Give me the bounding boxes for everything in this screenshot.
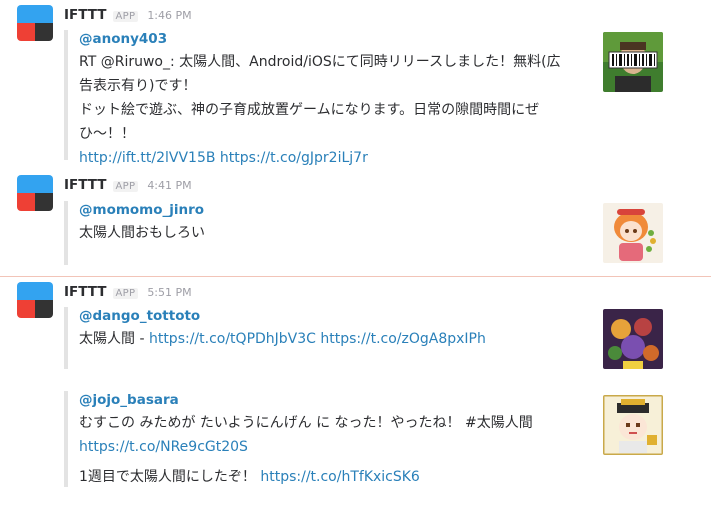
timestamp[interactable]: 1:46 PM	[147, 9, 191, 22]
tweet-author-link[interactable]: @dango_tottoto	[79, 307, 664, 325]
tweet-attachment: @dango_tottoto 太陽人間 - https://t.co/tQPDh…	[64, 307, 664, 369]
tweet-attachment: @jojo_basara むすこの みためが たいようにんげん に なった！やっ…	[64, 391, 664, 487]
tweet-attachment: @anony403 RT @Riruwo_: 太陽人間、Android/iOSに…	[64, 30, 664, 166]
anime-girl-avatar-icon[interactable]	[603, 203, 663, 263]
pixel-character-avatar-icon[interactable]	[603, 395, 663, 455]
game-art-avatar-icon[interactable]	[603, 309, 663, 369]
sender-name[interactable]: IFTTT	[64, 284, 107, 300]
tweet-link[interactable]: https://t.co/NRe9cGt20S	[79, 439, 248, 455]
sender-name[interactable]: IFTTT	[64, 177, 107, 193]
tweet-text: 太陽人間 - https://t.co/tQPDhJbV3C https://t…	[79, 331, 486, 347]
ifttt-logo-icon[interactable]	[17, 282, 53, 318]
app-badge: APP	[112, 288, 139, 299]
app-badge: APP	[112, 181, 139, 192]
tweet-author-link[interactable]: @jojo_basara	[79, 391, 664, 409]
tweet-link[interactable]: https://t.co/tQPDhJbV3C	[149, 331, 316, 347]
tweet-link[interactable]: https://t.co/zOgA8pxIPh	[320, 331, 485, 347]
ifttt-logo-icon[interactable]	[17, 5, 53, 41]
barcode-avatar-icon[interactable]	[603, 32, 663, 92]
new-messages-divider	[0, 276, 711, 277]
tweet-attachment: @momomo_jinro 太陽人間おもしろい	[64, 201, 664, 265]
tweet-author-link[interactable]: @momomo_jinro	[79, 201, 664, 219]
tweet-text: RT @Riruwo_: 太陽人間、Android/iOSにて同時リリースしまし…	[79, 54, 561, 166]
ifttt-logo-icon[interactable]	[17, 175, 53, 211]
sender-name[interactable]: IFTTT	[64, 7, 107, 23]
tweet-link[interactable]: https://t.co/hTfKxicSK6	[260, 469, 419, 485]
tweet-author-link[interactable]: @anony403	[79, 30, 664, 48]
tweet-link[interactable]: https://t.co/gJpr2iLj7r	[220, 150, 368, 166]
app-badge: APP	[112, 11, 139, 22]
timestamp[interactable]: 5:51 PM	[147, 286, 191, 299]
timestamp[interactable]: 4:41 PM	[147, 179, 191, 192]
tweet-text: 太陽人間おもしろい	[79, 225, 205, 241]
tweet-link[interactable]: http://ift.tt/2lVV15B	[79, 150, 215, 166]
tweet-text: むすこの みためが たいようにんげん に なった！やったね！ #太陽人間 htt…	[79, 415, 533, 485]
